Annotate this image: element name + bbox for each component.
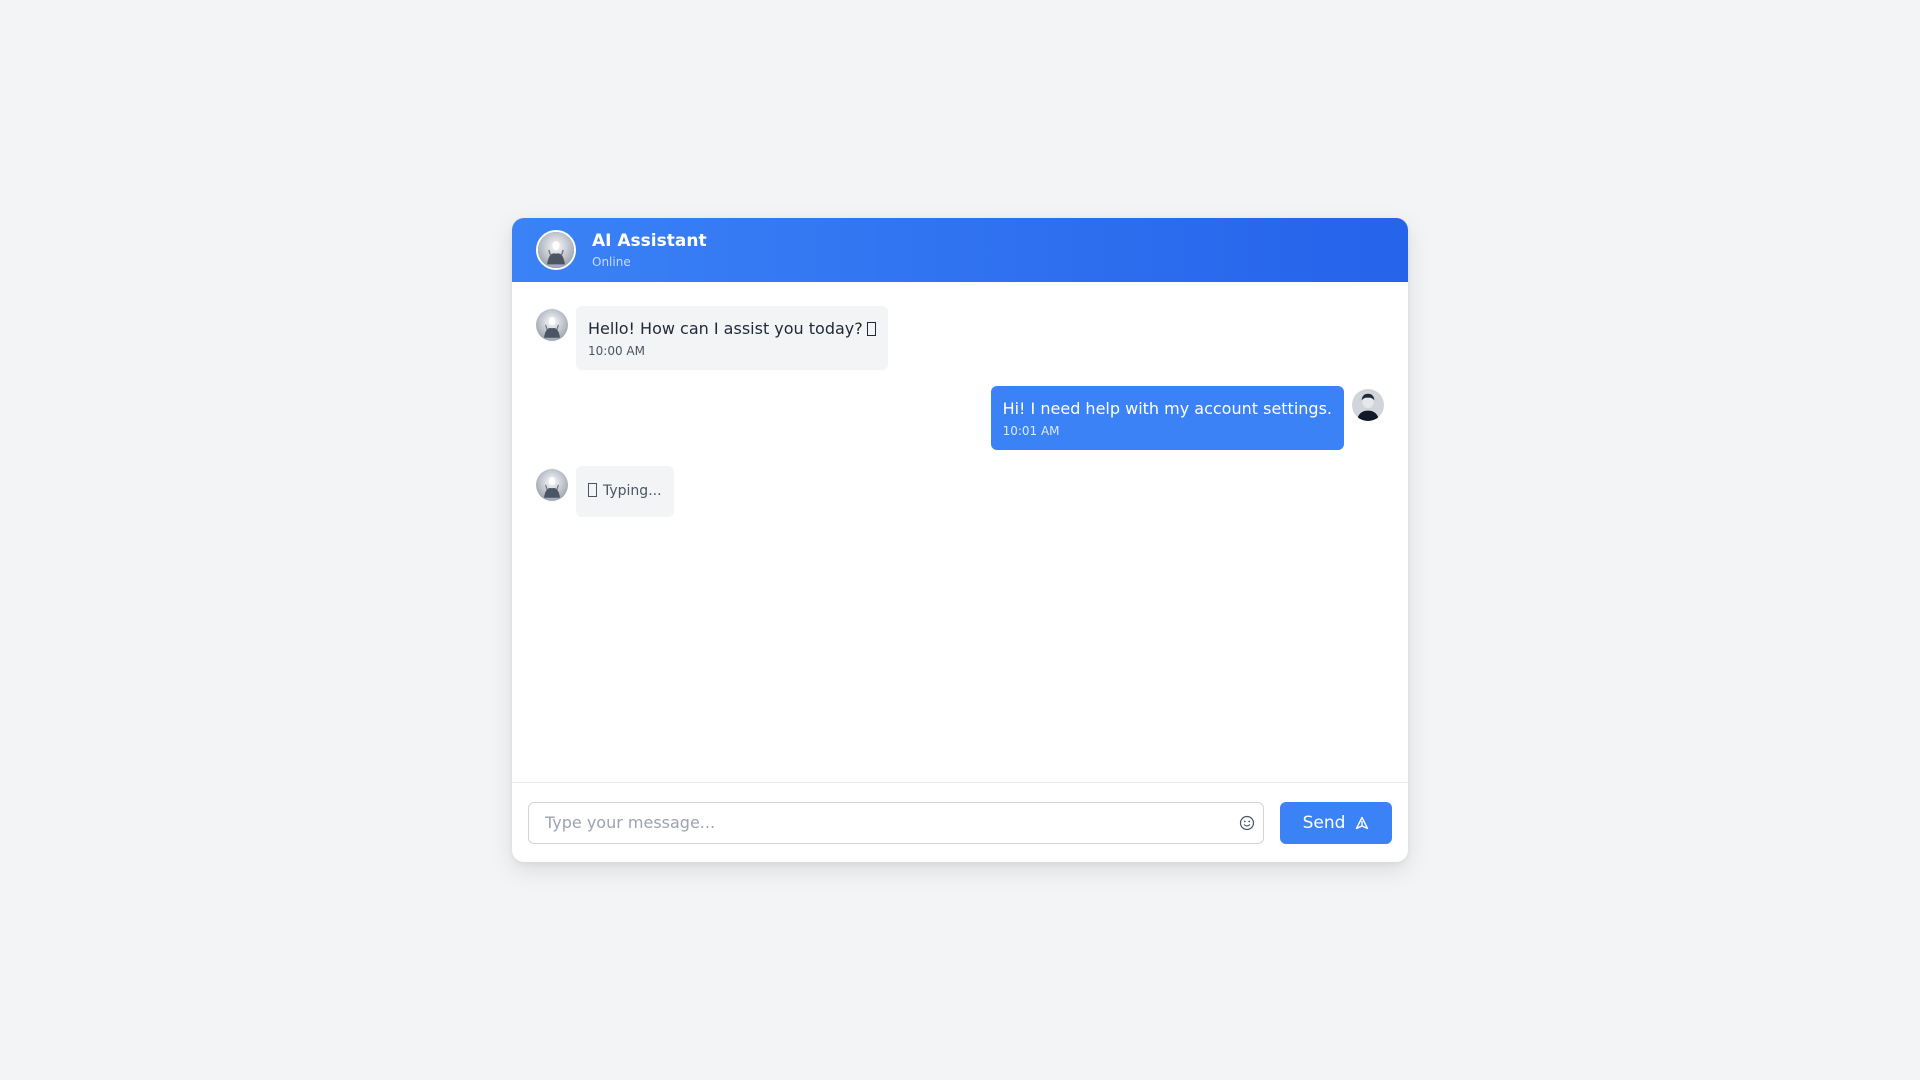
send-label: Send bbox=[1302, 812, 1346, 833]
emoji-button[interactable] bbox=[1237, 812, 1257, 834]
emoji-glyph-icon bbox=[866, 322, 876, 336]
typing-glyph-icon bbox=[588, 483, 597, 497]
user-message-bubble: Hi! I need help with my account settings… bbox=[990, 386, 1344, 450]
user-avatar-icon bbox=[1352, 389, 1384, 421]
assistant-name: AI Assistant bbox=[592, 231, 707, 251]
message-timestamp: 10:00 AM bbox=[588, 344, 645, 358]
bot-message-bubble: Hello! How can I assist you today? 10:00… bbox=[576, 306, 888, 370]
chat-header: AI Assistant Online bbox=[512, 218, 1408, 282]
bot-avatar-icon bbox=[536, 230, 576, 270]
message-timestamp: 10:01 AM bbox=[1002, 424, 1060, 438]
message-row-user: Hi! I need help with my account settings… bbox=[536, 386, 1384, 450]
typing-indicator: Typing... bbox=[576, 466, 674, 517]
bot-avatar-icon bbox=[536, 469, 568, 501]
message-text: Hello! How can I assist you today? bbox=[588, 319, 863, 338]
message-input[interactable] bbox=[528, 801, 1264, 844]
typing-text: Typing... bbox=[603, 483, 662, 499]
send-icon bbox=[1356, 816, 1369, 829]
smiley-icon bbox=[1239, 815, 1255, 830]
message-input-wrapper bbox=[528, 801, 1264, 844]
assistant-status: Online bbox=[592, 255, 631, 269]
message-text: Hi! I need help with my account settings… bbox=[1002, 399, 1332, 418]
composer-bar: Send bbox=[512, 782, 1408, 862]
typing-indicator-row: Typing... bbox=[536, 466, 1384, 517]
send-button[interactable]: Send bbox=[1280, 801, 1392, 844]
chat-window: AI Assistant Online Hello! How can I ass… bbox=[512, 218, 1408, 862]
bot-avatar-icon bbox=[536, 309, 568, 341]
message-list[interactable]: Hello! How can I assist you today? 10:00… bbox=[512, 282, 1408, 800]
message-row-bot: Hello! How can I assist you today? 10:00… bbox=[536, 306, 1384, 370]
header-text: AI Assistant Online bbox=[592, 230, 707, 270]
